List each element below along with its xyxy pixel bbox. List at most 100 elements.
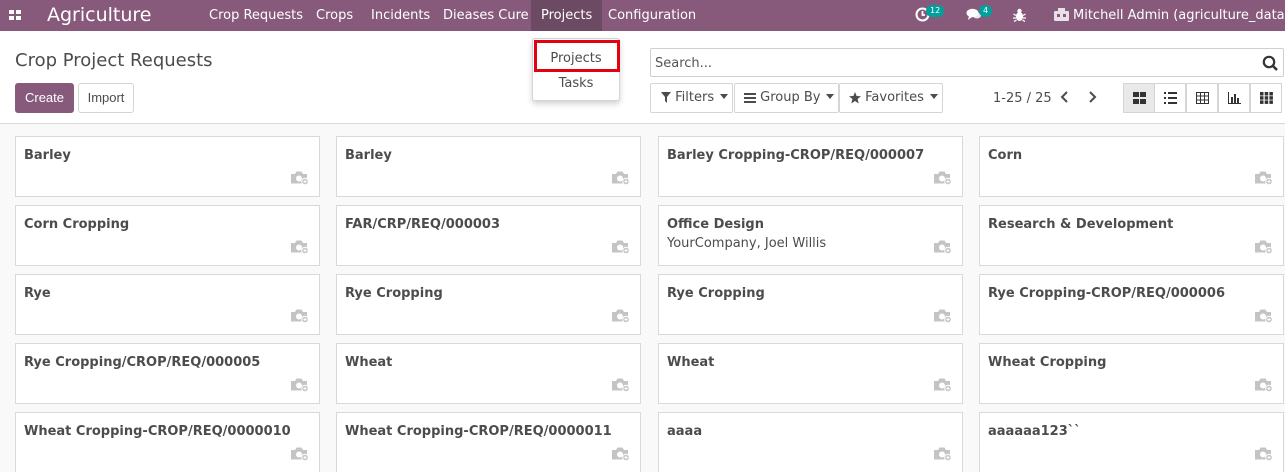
graph-view-button[interactable] xyxy=(1218,83,1250,113)
kanban-card[interactable]: Rye Cropping-CROP/REQ/000006 xyxy=(979,274,1284,335)
dashboard-view-button[interactable] xyxy=(1250,83,1282,113)
card-title: FAR/CRP/REQ/000003 xyxy=(345,217,500,232)
group-by-bars-icon xyxy=(744,92,756,103)
filters-button[interactable]: Filters xyxy=(650,83,733,113)
filters-label: Filters xyxy=(675,90,715,105)
add-image-camera-icon[interactable] xyxy=(290,446,309,465)
favorites-label: Favorites xyxy=(865,90,924,105)
dropdown-item-tasks[interactable]: Tasks xyxy=(533,71,619,96)
card-title: Research & Development xyxy=(988,217,1174,232)
kanban-card[interactable]: Rye Cropping xyxy=(658,274,963,335)
add-image-camera-icon[interactable] xyxy=(933,446,952,465)
card-title: Rye Cropping-CROP/REQ/000006 xyxy=(988,286,1225,301)
control-panel: Crop Project Requests Create Import Filt… xyxy=(0,31,1285,124)
pivot-view-button[interactable] xyxy=(1186,83,1218,113)
add-image-camera-icon[interactable] xyxy=(611,446,630,465)
card-title: Wheat Cropping-CROP/REQ/0000010 xyxy=(24,424,291,439)
bar-chart-icon xyxy=(1228,92,1241,104)
add-image-camera-icon[interactable] xyxy=(1254,170,1273,189)
card-title: aaaa xyxy=(667,424,703,439)
add-image-camera-icon[interactable] xyxy=(933,377,952,396)
add-image-camera-icon[interactable] xyxy=(290,239,309,258)
list-view-icon xyxy=(1164,92,1177,104)
pager-previous-icon[interactable] xyxy=(1057,89,1073,105)
menu-projects[interactable]: Projects xyxy=(531,0,603,31)
add-image-camera-icon[interactable] xyxy=(933,308,952,327)
menu-configuration[interactable]: Configuration xyxy=(608,0,696,31)
company-icon xyxy=(1054,8,1069,21)
kanban-card[interactable]: Rye Cropping xyxy=(336,274,641,335)
kanban-card[interactable]: Rye Cropping/CROP/REQ/000005 xyxy=(15,343,320,404)
kanban-card[interactable]: Wheat xyxy=(336,343,641,404)
kanban-card[interactable]: aaaaaa123`` xyxy=(979,412,1284,472)
filter-funnel-icon xyxy=(661,92,671,103)
group-by-button[interactable]: Group By xyxy=(734,83,839,113)
import-button[interactable]: Import xyxy=(78,83,134,113)
add-image-camera-icon[interactable] xyxy=(1254,446,1273,465)
debug-button[interactable] xyxy=(1013,0,1029,31)
pager-value[interactable]: 1-25 / 25 xyxy=(993,91,1052,106)
add-image-camera-icon[interactable] xyxy=(611,377,630,396)
kanban-card[interactable]: Barley Cropping-CROP/REQ/000007 xyxy=(658,136,963,197)
card-title: Wheat Cropping xyxy=(988,355,1107,370)
grid-view-icon xyxy=(1260,92,1273,104)
kanban-view-button[interactable] xyxy=(1123,83,1155,113)
pivot-table-icon xyxy=(1196,92,1209,104)
kanban-card[interactable]: Corn xyxy=(979,136,1284,197)
card-title: Corn xyxy=(988,148,1023,163)
kanban-card[interactable]: Wheat Cropping-CROP/REQ/0000011 xyxy=(336,412,641,472)
add-image-camera-icon[interactable] xyxy=(290,377,309,396)
app-brand[interactable]: Agriculture xyxy=(47,0,152,31)
kanban-card[interactable]: Wheat Cropping-CROP/REQ/0000010 xyxy=(15,412,320,472)
create-button[interactable]: Create xyxy=(15,83,74,113)
apps-menu-icon[interactable] xyxy=(9,0,23,31)
menu-dieases-cure[interactable]: Dieases Cure xyxy=(443,0,529,31)
page-title: Crop Project Requests xyxy=(15,50,213,71)
activity-button[interactable]: 12 xyxy=(913,0,945,31)
card-title: Rye Cropping xyxy=(667,286,765,301)
add-image-camera-icon[interactable] xyxy=(1254,308,1273,327)
add-image-camera-icon[interactable] xyxy=(1254,239,1273,258)
search-icon[interactable] xyxy=(1262,55,1278,71)
add-image-camera-icon[interactable] xyxy=(611,308,630,327)
kanban-card[interactable]: Wheat Cropping xyxy=(979,343,1284,404)
kanban-card[interactable]: aaaa xyxy=(658,412,963,472)
add-image-camera-icon[interactable] xyxy=(290,170,309,189)
card-title: Wheat xyxy=(667,355,715,370)
list-view-button[interactable] xyxy=(1154,83,1186,113)
star-icon xyxy=(849,91,861,103)
kanban-card[interactable]: Wheat xyxy=(658,343,963,404)
search-bar xyxy=(650,48,1284,77)
card-title: Wheat Cropping-CROP/REQ/0000011 xyxy=(345,424,612,439)
card-title: aaaaaa123`` xyxy=(988,424,1081,439)
add-image-camera-icon[interactable] xyxy=(611,239,630,258)
card-subtitle: YourCompany, Joel Willis xyxy=(667,236,827,251)
kanban-view: Barley Barley Barley Cropping-CROP/REQ/000… xyxy=(0,125,1285,472)
card-title: Barley xyxy=(24,148,71,163)
add-image-camera-icon[interactable] xyxy=(1254,377,1273,396)
kanban-card[interactable]: FAR/CRP/REQ/000003 xyxy=(336,205,641,266)
kanban-card[interactable]: Corn Cropping xyxy=(15,205,320,266)
pager-next-icon[interactable] xyxy=(1084,89,1100,105)
add-image-camera-icon[interactable] xyxy=(933,170,952,189)
add-image-camera-icon[interactable] xyxy=(933,239,952,258)
add-image-camera-icon[interactable] xyxy=(611,170,630,189)
card-title: Barley Cropping-CROP/REQ/000007 xyxy=(667,148,925,163)
messages-button[interactable]: 4 xyxy=(964,0,994,31)
menu-crops[interactable]: Crops xyxy=(316,0,353,31)
kanban-card[interactable]: Office Design YourCompany, Joel Willis xyxy=(658,205,963,266)
menu-incidents[interactable]: Incidents xyxy=(371,0,430,31)
kanban-card[interactable]: Rye xyxy=(15,274,320,335)
card-title: Corn Cropping xyxy=(24,217,130,232)
card-title: Barley xyxy=(345,148,392,163)
search-input[interactable] xyxy=(655,53,1245,73)
kanban-card[interactable]: Barley xyxy=(336,136,641,197)
card-title: Wheat xyxy=(345,355,393,370)
favorites-button[interactable]: Favorites xyxy=(839,83,943,113)
user-menu[interactable]: Mitchell Admin (agriculture_datas) xyxy=(1054,0,1285,31)
add-image-camera-icon[interactable] xyxy=(290,308,309,327)
kanban-card[interactable]: Research & Development xyxy=(979,205,1284,266)
kanban-card[interactable]: Barley xyxy=(15,136,320,197)
card-title: Rye xyxy=(24,286,51,301)
menu-crop-requests[interactable]: Crop Requests xyxy=(209,0,303,31)
